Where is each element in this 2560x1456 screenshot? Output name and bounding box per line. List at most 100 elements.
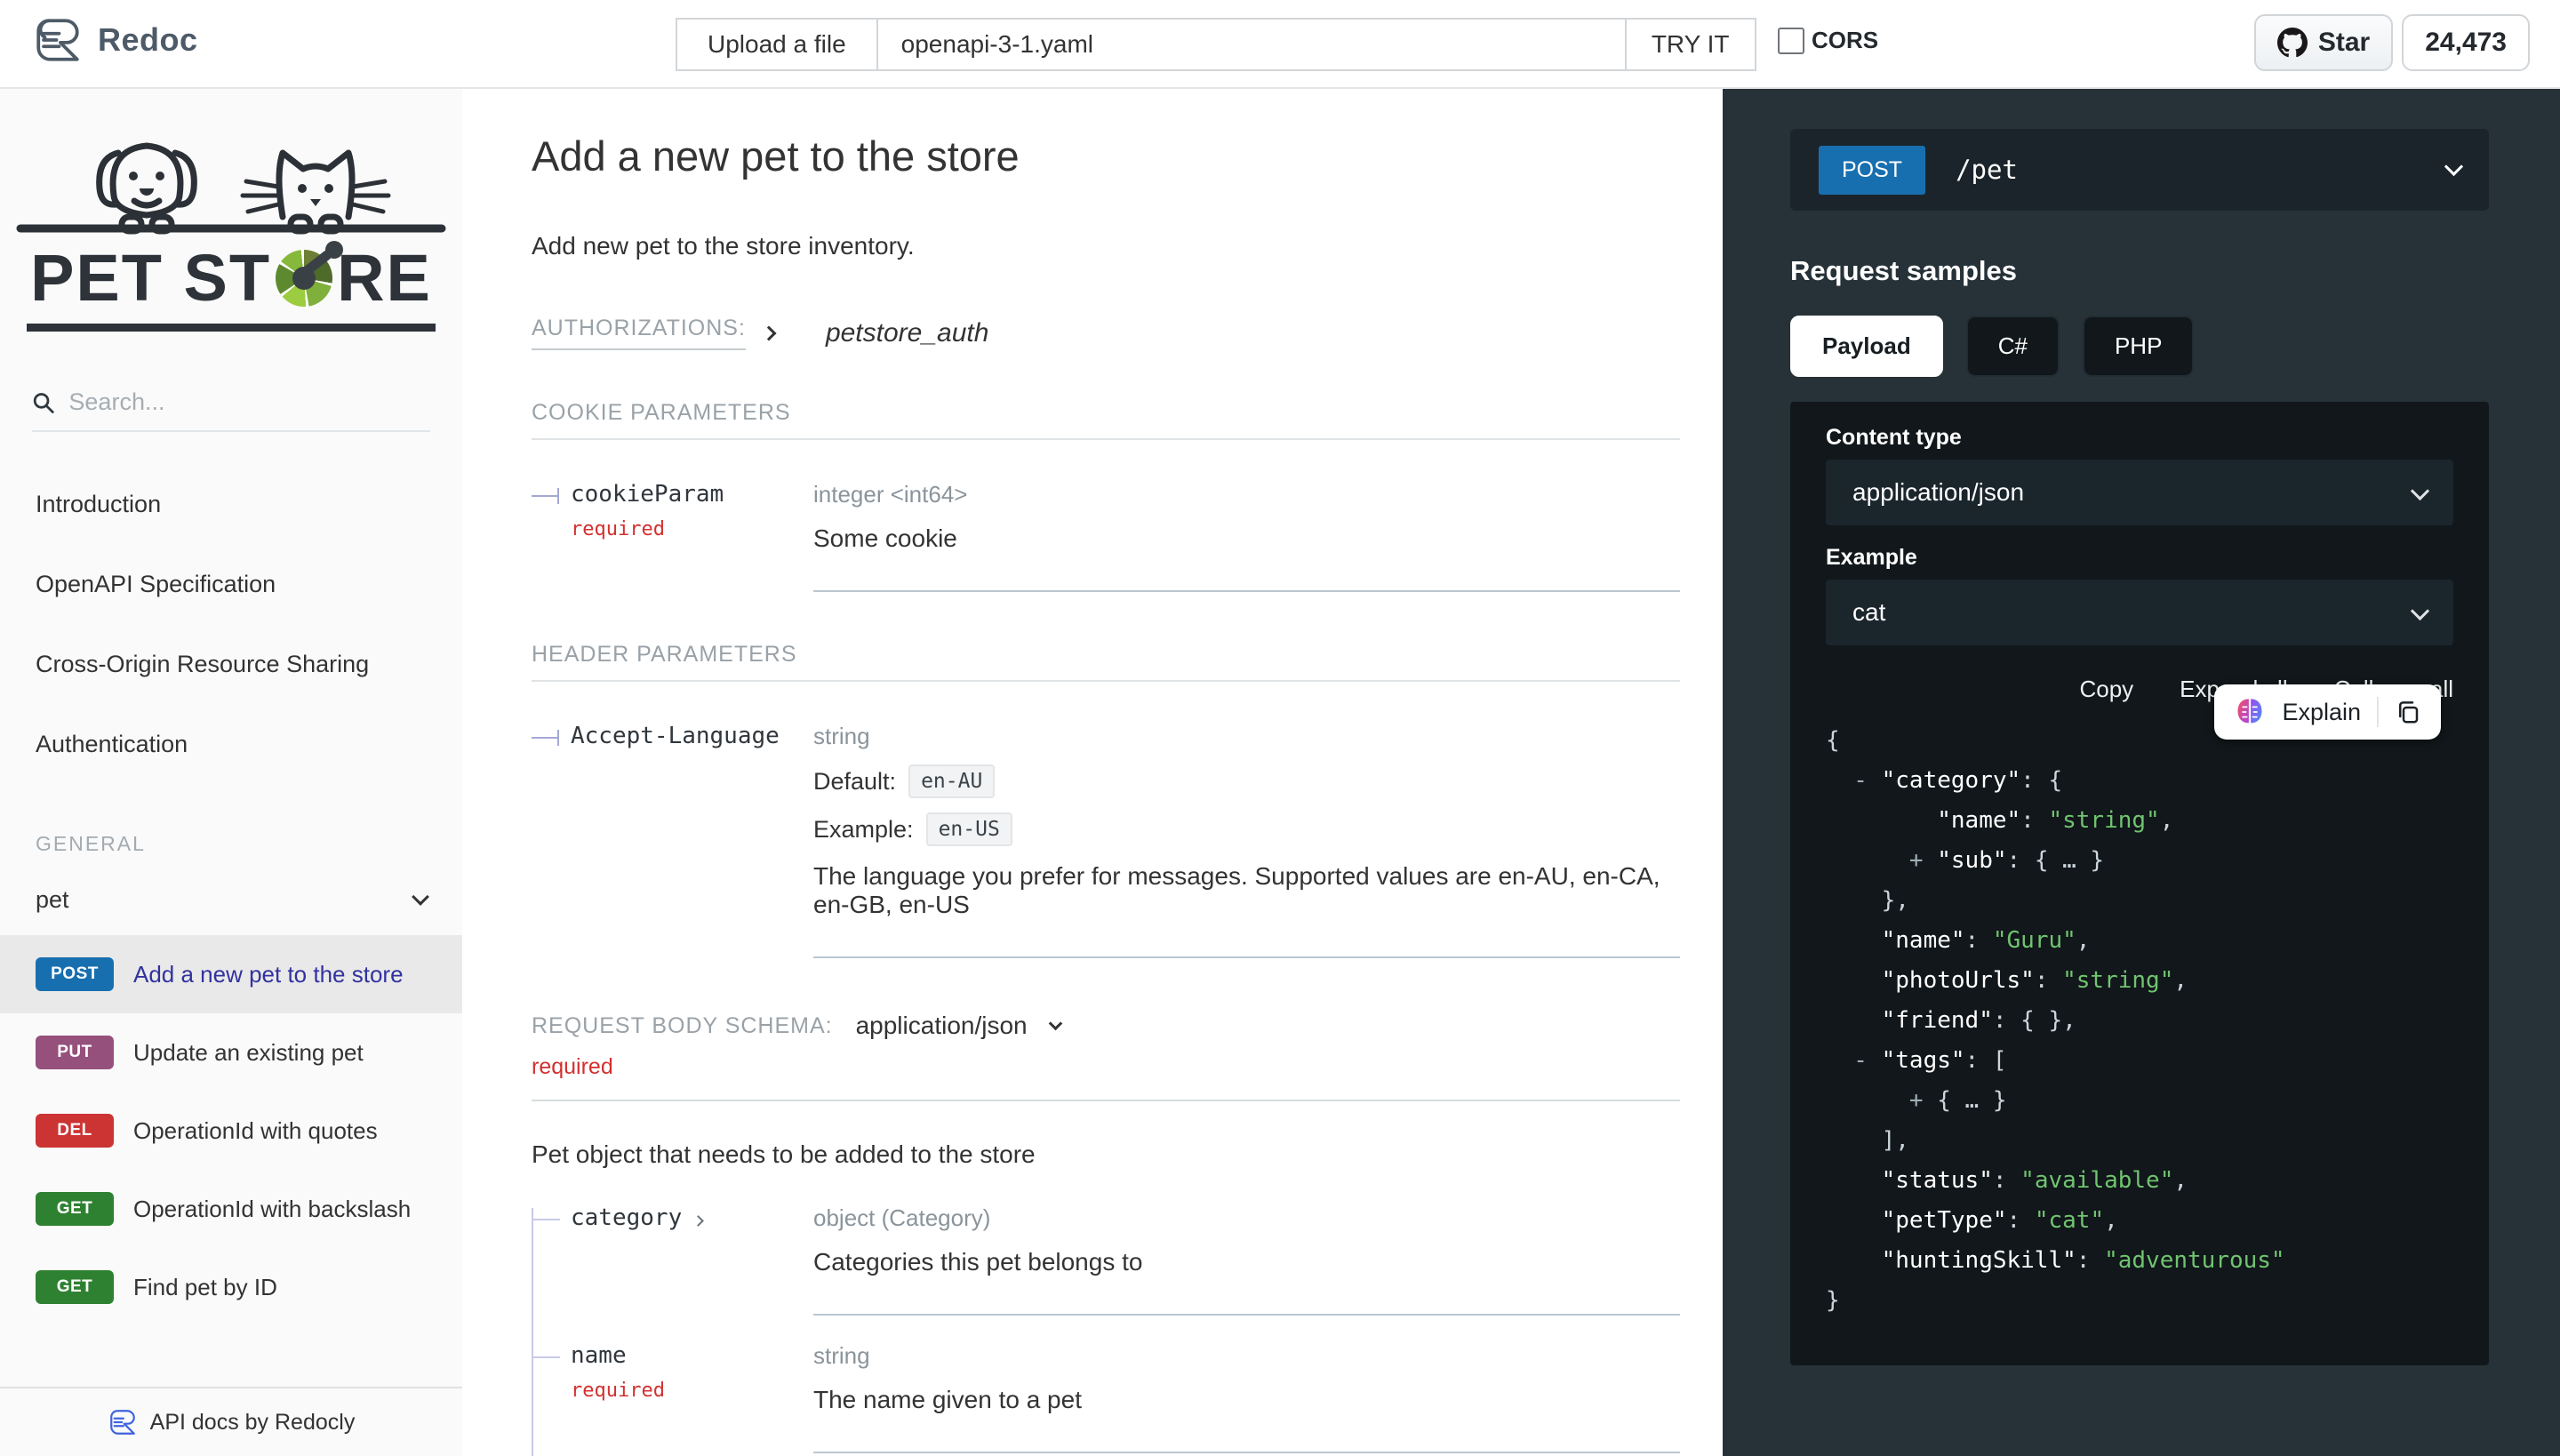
authorizations-label[interactable]: AUTHORIZATIONS:	[532, 316, 746, 350]
code-line: "photoUrls": "string",	[1826, 961, 2453, 1001]
github-star-widget: Star 24,473	[2254, 14, 2530, 71]
code-line: - "tags": [	[1826, 1041, 2453, 1081]
param-description: Some cookie	[813, 524, 1680, 553]
sidebar-operation-item[interactable]: GET OperationId with backslash	[0, 1170, 462, 1248]
doc-content: Add a new pet to the store Add new pet t…	[462, 89, 1723, 1456]
code-expander[interactable]: -	[1826, 767, 1882, 794]
required-flag: required	[571, 1380, 813, 1402]
example-value: cat	[1852, 598, 1885, 627]
group-label: pet	[36, 886, 69, 914]
sidebar-operation-item[interactable]: POSTAdd a new pet to the store	[0, 935, 462, 1013]
chevron-down-icon	[2444, 156, 2463, 175]
sidebar-operation-item[interactable]: GET Find pet by ID	[0, 1248, 462, 1326]
sidebar-operations: POSTAdd a new pet to the storePUTUpdate …	[0, 935, 462, 1326]
tab-php[interactable]: PHP	[2083, 316, 2194, 377]
spec-url-input[interactable]	[878, 18, 1627, 71]
request-body-content-type[interactable]: application/json	[856, 1012, 1028, 1040]
code-line: "huntingSkill": "adventurous"	[1826, 1241, 2453, 1281]
top-toolbar: Redoc Upload a file TRY IT CORS Star 24,…	[0, 0, 2560, 89]
code-line: ],	[1826, 1121, 2453, 1161]
param-name: Accept-Language	[571, 723, 813, 749]
authorizations-row: AUTHORIZATIONS: petstore_auth	[532, 316, 1680, 350]
sidebar-group-pet[interactable]: pet	[0, 865, 462, 935]
explain-button[interactable]: Explain	[2214, 684, 2441, 740]
brain-icon	[2234, 696, 2266, 728]
field-name[interactable]: category	[571, 1204, 682, 1231]
example-value-chip: en-US	[926, 812, 1012, 846]
method-badge: GET	[36, 1270, 114, 1304]
code-expander[interactable]: +	[1909, 847, 1937, 874]
petstore-logo: PET STRE	[12, 112, 450, 332]
upload-file-button[interactable]: Upload a file	[676, 18, 878, 71]
cors-toggle[interactable]: CORS	[1778, 27, 1878, 54]
field-name: name	[571, 1342, 627, 1369]
github-star-button[interactable]: Star	[2254, 14, 2393, 71]
param-type: string	[813, 723, 1680, 750]
sidebar: PET STRE IntroductionOpenAPI Specificati…	[0, 89, 462, 1456]
example-label: Example:	[813, 816, 914, 844]
header-parameters-title: HEADER PARAMETERS	[532, 642, 1680, 682]
operation-label: OperationId with backslash	[133, 1196, 411, 1223]
petstore-wheel-icon	[276, 250, 332, 307]
endpoint-path: /pet	[1956, 155, 2018, 185]
code-expander[interactable]: +	[1909, 1087, 1937, 1114]
field-type: string	[813, 1342, 870, 1369]
code-line: }	[1826, 1281, 2453, 1321]
sidebar-footer-link[interactable]: API docs by Redocly	[0, 1387, 462, 1456]
sidebar-item[interactable]: Authentication	[0, 704, 462, 784]
endpoint-dropdown[interactable]: POST /pet	[1790, 129, 2489, 211]
schema-row: category object (Category) Categories this…	[532, 1178, 1680, 1316]
sample-tabs: Payload C# PHP	[1790, 316, 2489, 377]
code-expander[interactable]: -	[1826, 1047, 1882, 1074]
code-line: "status": "available",	[1826, 1161, 2453, 1201]
content-type-label: Content type	[1826, 425, 2453, 451]
authorizations-value[interactable]: petstore_auth	[826, 318, 988, 348]
code-line: "petType": "cat",	[1826, 1201, 2453, 1241]
cookie-parameters-title: COOKIE PARAMETERS	[532, 400, 1680, 440]
field-description: The name given to a pet	[813, 1386, 1680, 1414]
chevron-right-icon[interactable]	[761, 325, 776, 340]
code-line: "name": "Guru",	[1826, 921, 2453, 961]
code-line: + { … }	[1826, 1081, 2453, 1121]
footer-label: API docs by Redocly	[150, 1410, 356, 1436]
redocly-icon	[108, 1407, 138, 1437]
sidebar-operation-item[interactable]: DELOperationId with quotes	[0, 1092, 462, 1170]
sidebar-item[interactable]: OpenAPI Specification	[0, 544, 462, 624]
request-samples-title: Request samples	[1790, 255, 2489, 287]
json-sample-code[interactable]: { - "category": { "name": "string", + "s…	[1826, 721, 2453, 1321]
request-body-schema-block: REQUEST BODY SCHEMA: application/json re…	[532, 1012, 1680, 1101]
search-input[interactable]	[68, 388, 430, 416]
copy-icon[interactable]	[2395, 699, 2421, 725]
sidebar-item[interactable]: Cross-Origin Resource Sharing	[0, 624, 462, 704]
try-it-button[interactable]: TRY IT	[1627, 18, 1756, 71]
chevron-down-icon[interactable]	[1048, 1016, 1062, 1030]
operation-label: Find pet by ID	[133, 1274, 277, 1301]
copy-action[interactable]: Copy	[2079, 676, 2133, 703]
request-body-label: REQUEST BODY SCHEMA:	[532, 1013, 833, 1039]
brand-name: Redoc	[98, 21, 198, 59]
cors-checkbox[interactable]	[1778, 28, 1804, 54]
tab-payload[interactable]: Payload	[1790, 316, 1943, 377]
page-title: Add a new pet to the store	[532, 132, 1680, 180]
example-label: Example	[1826, 545, 2453, 571]
explain-label: Explain	[2282, 699, 2361, 726]
sidebar-search	[32, 388, 430, 432]
operation-label: OperationId with quotes	[133, 1117, 378, 1145]
cors-label: CORS	[1812, 27, 1878, 54]
sidebar-operation-item[interactable]: PUTUpdate an existing pet	[0, 1013, 462, 1092]
method-badge: POST	[36, 957, 114, 991]
tab-c-[interactable]: C#	[1966, 316, 2060, 377]
code-line: },	[1826, 881, 2453, 921]
redoc-brand: Redoc	[32, 14, 198, 66]
default-value-chip: en-AU	[908, 764, 995, 798]
github-star-count[interactable]: 24,473	[2402, 14, 2530, 71]
sidebar-item[interactable]: Introduction	[0, 464, 462, 544]
field-description: Categories this pet belongs to	[813, 1248, 1680, 1276]
chevron-down-icon	[412, 888, 429, 906]
content-type-select[interactable]: application/json	[1826, 460, 2453, 525]
spec-controls: Upload a file TRY IT	[676, 18, 1756, 71]
example-select[interactable]: cat	[1826, 580, 2453, 645]
method-badge: GET	[36, 1192, 114, 1226]
field-type: object (Category)	[813, 1204, 990, 1231]
redoc-logo-icon	[32, 14, 84, 66]
